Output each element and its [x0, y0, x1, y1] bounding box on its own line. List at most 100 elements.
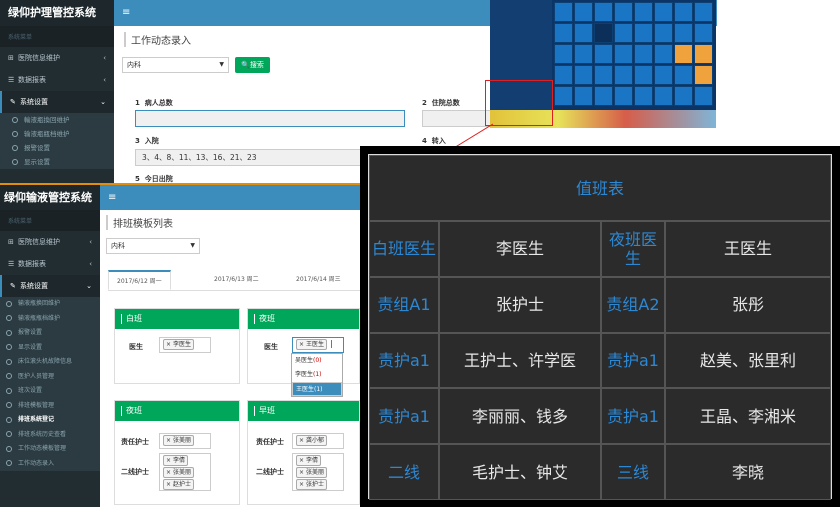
sidebar-subitem[interactable]: 报警设置: [0, 326, 100, 341]
circle-icon: [6, 460, 12, 466]
charge-nurse-tag-box[interactable]: × 张美丽: [159, 433, 211, 449]
sidebar-subitem[interactable]: 输液瓶瓶档维护: [0, 127, 114, 141]
tag-item[interactable]: × 王医生: [296, 339, 327, 350]
tab-date-3[interactable]: 2017/6/14 周三: [296, 270, 341, 290]
charge-nurse-label: 责任护士: [256, 438, 284, 446]
sidebar-subitem[interactable]: 排班模板管理: [0, 398, 100, 413]
sidebar-submenu: 输液瓶换回维护输液瓶瓶档维护 报警设置 显示设置 床位滚头机故障信息医护人员管理 班次设…: [0, 297, 100, 471]
sidebar-subitem[interactable]: 床位滚头机故障信息: [0, 355, 100, 370]
dropdown-option[interactable]: 李医生(1): [292, 368, 342, 382]
dashboard-bed-tile: [594, 65, 613, 85]
dashboard-bed-tile: [554, 2, 573, 22]
department-select-value: 内科: [127, 61, 141, 69]
sidebar-subitem[interactable]: 班次设置: [0, 384, 100, 399]
tab-date-2[interactable]: 2017/6/13 周二: [214, 270, 259, 290]
tag-item[interactable]: × 张美丽: [163, 467, 194, 478]
duty-role-cell: 责护a1: [369, 332, 439, 389]
dashboard-bed-tile: [674, 65, 693, 85]
sidebar-subitem[interactable]: 输液瓶换回维护: [0, 297, 100, 312]
sidebar-item-settings[interactable]: ✎ 系统设置 ⌄: [0, 275, 100, 297]
duty-staff-cell: 赵美、张里利: [665, 332, 831, 389]
doctor-dropdown: 吴医生(0) 李医生(1) 王医生(1): [291, 353, 343, 397]
duty-table-title: 值班表: [369, 155, 831, 221]
dashboard-bed-tile: [654, 2, 673, 22]
sidebar-subitem[interactable]: 輸液瓶換回维护: [0, 113, 114, 127]
tag-item[interactable]: × 张美丽: [163, 435, 194, 446]
sidebar-subitem-label: 工作动态录入: [18, 459, 55, 467]
duty-role-cell: 责组A2: [601, 276, 665, 333]
tag-item[interactable]: × 龚小郁: [296, 435, 327, 446]
sidebar-subitem[interactable]: 排班系统登记: [0, 413, 100, 428]
department-select[interactable]: 内科 ▼: [106, 238, 200, 254]
dashboard-bed-tile: [634, 2, 653, 22]
sidebar-subitem-label: 输液瓶换回维护: [18, 300, 61, 307]
sidebar-item-settings[interactable]: ✎ 系统设置 ⌄: [0, 91, 114, 113]
sidebar-subitem[interactable]: 排班系统历史查看: [0, 427, 100, 442]
department-select[interactable]: 内科 ▼: [122, 57, 229, 73]
dashboard-bed-tile: [574, 44, 593, 64]
sidebar-item-reports[interactable]: ☰ 数据报表 ‹: [0, 69, 114, 91]
dashboard-bed-tile: [694, 2, 713, 22]
dashboard-bed-tile: [594, 23, 613, 43]
grid-icon: ⊞: [8, 54, 14, 62]
dashboard-bed-tile: [574, 23, 593, 43]
dashboard-bed-tile: [694, 44, 713, 64]
circle-icon: [6, 300, 12, 307]
sidebar-subitem[interactable]: 工作动态录入: [0, 456, 100, 471]
sidebar-subitem[interactable]: 输液瓶瓶档维护: [0, 311, 100, 326]
sidebar-subitem[interactable]: 工作动态模板管理: [0, 442, 100, 457]
circle-icon: [12, 145, 18, 151]
duty-staff-cell: 李晓: [665, 444, 831, 500]
second-line-nurse-label: 二线护士: [256, 468, 284, 476]
dashboard-bed-tile: [634, 65, 653, 85]
patients-input[interactable]: [135, 110, 405, 127]
sidebar-item-label: 数据报表: [18, 76, 46, 84]
morning-shift-panel: 早班 责任护士 × 龚小郁 二线护士 × 李倩 × 张美丽 × 张护士: [247, 400, 360, 505]
sidebar-subitem-label: 班次设置: [18, 387, 43, 394]
sidebar-subitem[interactable]: 显示设置: [0, 340, 100, 355]
sidebar-subitem[interactable]: 医护人员管理: [0, 369, 100, 384]
dropdown-option[interactable]: 吴医生(0): [292, 354, 342, 368]
panel-title: 夜班: [259, 314, 275, 323]
chevron-left-icon: ‹: [103, 54, 106, 62]
dashboard-bed-tile: [594, 2, 613, 22]
tab-date-1[interactable]: 2017/6/12 周一: [108, 270, 171, 290]
sidebar-subitem[interactable]: 报警设置: [0, 141, 114, 155]
duty-roster-table: 值班表 白班医生 李医生 夜班医生 王医生 责组A1 张护士 责组A2 张彤 责护a1 王护士、许…: [368, 154, 832, 500]
circle-icon: [6, 373, 12, 379]
tag-item[interactable]: × 赵护士: [163, 479, 194, 490]
tag-item[interactable]: × 张美丽: [296, 467, 327, 478]
circle-icon: [6, 387, 12, 394]
chevron-left-icon: ‹: [89, 260, 92, 268]
list-icon: ☰: [8, 76, 15, 84]
sidebar-subitem-label: 医护人员管理: [18, 372, 55, 380]
sidebar-header: 系统菜单: [0, 210, 100, 231]
tag-item[interactable]: × 李医生: [163, 339, 194, 350]
dashboard-bed-tile: [694, 86, 713, 106]
duty-role-cell: 夜班医生: [601, 221, 665, 277]
menu-toggle-icon[interactable]: ≡: [100, 192, 116, 203]
second-line-nurse-tag-box[interactable]: × 李倩 × 张美丽 × 赵护士: [159, 453, 211, 491]
tag-item[interactable]: × 李倩: [163, 455, 188, 466]
doctor-tag-box[interactable]: × 李医生: [159, 337, 211, 353]
chevron-down-icon: ⌄: [86, 282, 92, 290]
search-button[interactable]: 🔍搜索: [235, 57, 270, 73]
field-label-inpatients: 2 住院总数: [422, 99, 460, 107]
dashboard-bed-tile: [634, 44, 653, 64]
duty-role-cell: 白班医生: [369, 221, 439, 277]
sidebar-item-hospital-info[interactable]: ⊞ 医院信息维护 ‹: [0, 231, 100, 253]
sidebar-item-reports[interactable]: ☰ 数据报表 ‹: [0, 253, 100, 275]
tag-item[interactable]: × 张护士: [296, 479, 327, 490]
menu-toggle-icon[interactable]: ≡: [114, 7, 130, 18]
tag-item[interactable]: × 李倩: [296, 455, 321, 466]
doctor-tag-box[interactable]: × 王医生 |: [292, 337, 344, 353]
dropdown-option-selected[interactable]: 王医生(1): [292, 382, 342, 396]
sidebar-subitem[interactable]: 显示设置: [0, 155, 114, 169]
charge-nurse-tag-box[interactable]: × 龚小郁: [292, 433, 344, 449]
sidebar-item-hospital-info[interactable]: ⊞ 医院信息维护 ‹: [0, 47, 114, 69]
sidebar-subitem-label: 排班系统登记: [18, 416, 55, 423]
second-line-nurse-tag-box[interactable]: × 李倩 × 张美丽 × 张护士: [292, 453, 344, 491]
sidebar-subitem-label: 输液瓶瓶档维护: [24, 130, 70, 138]
infusion-sidebar: 系统菜单 ⊞ 医院信息维护 ‹ ☰ 数据报表 ‹ ✎ 系统设置 ⌄ 输液瓶换回维护输液瓶瓶档…: [0, 210, 100, 507]
duty-staff-cell: 王医生: [665, 221, 831, 277]
